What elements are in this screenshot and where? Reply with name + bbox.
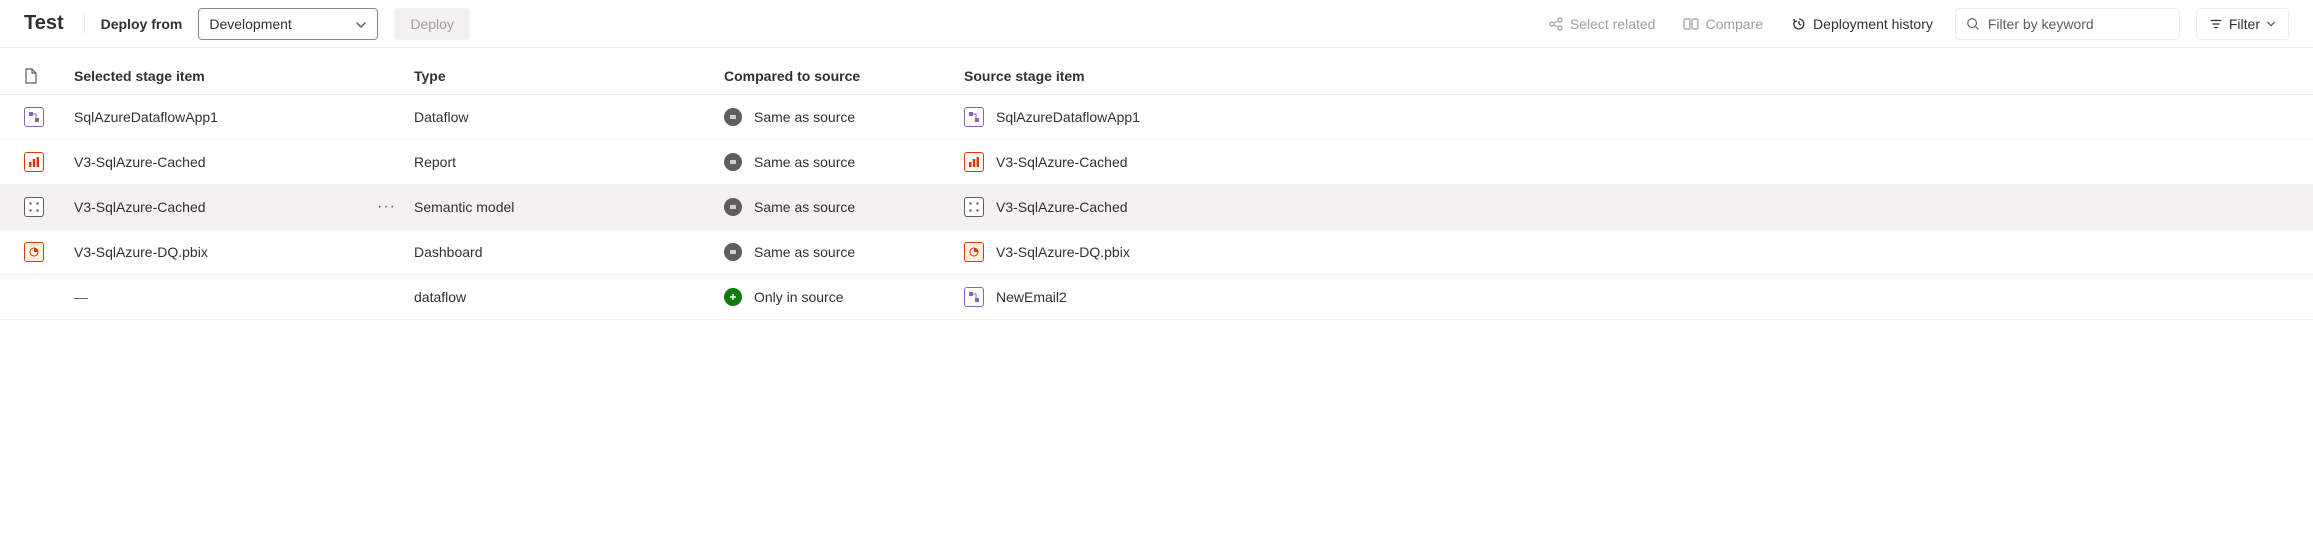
row-selected-cell: SqlAzureDataflowApp1: [74, 109, 414, 125]
selected-item-name: V3-SqlAzure-Cached: [74, 199, 369, 215]
dataflow-icon: [964, 287, 984, 307]
deployment-history-label: Deployment history: [1813, 16, 1933, 32]
row-type-cell: dataflow: [414, 289, 724, 305]
header-source[interactable]: Source stage item: [964, 68, 2289, 84]
table-row[interactable]: V3-SqlAzure-DQ.pbix Dashboard Same as so…: [0, 230, 2313, 275]
header-icon-col: [24, 68, 74, 84]
row-source-cell: NewEmail2: [964, 287, 2289, 307]
compared-text: Same as source: [754, 199, 855, 215]
table-row[interactable]: V3-SqlAzure-Cached Report Same as source…: [0, 140, 2313, 185]
deploy-from-value: Development: [209, 16, 292, 32]
compare-icon: [1683, 16, 1699, 32]
compare-action: Compare: [1677, 12, 1769, 36]
header-type[interactable]: Type: [414, 68, 724, 84]
row-source-cell: V3-SqlAzure-Cached: [964, 197, 2289, 217]
same-badge-icon: [724, 243, 742, 261]
empty-indicator: —: [74, 289, 88, 305]
row-source-cell: SqlAzureDataflowApp1: [964, 107, 2289, 127]
table-body: SqlAzureDataflowApp1 Dataflow Same as so…: [0, 95, 2313, 320]
dataflow-icon: [964, 107, 984, 127]
compared-text: Only in source: [754, 289, 843, 305]
report-icon: [964, 152, 984, 172]
filter-icon: [2209, 17, 2223, 31]
selected-item-name: V3-SqlAzure-Cached: [74, 154, 404, 170]
table-row[interactable]: SqlAzureDataflowApp1 Dataflow Same as so…: [0, 95, 2313, 140]
semantic-icon: [964, 197, 984, 217]
row-compared-cell: Same as source: [724, 153, 964, 171]
compared-text: Same as source: [754, 244, 855, 260]
toolbar-left: Test Deploy from Development Deploy: [24, 8, 470, 40]
same-badge-icon: [724, 198, 742, 216]
compared-text: Same as source: [754, 154, 855, 170]
semantic-icon: [24, 197, 44, 217]
row-selected-cell: —: [74, 289, 414, 305]
source-item-name: SqlAzureDataflowApp1: [996, 109, 1140, 125]
toolbar: Test Deploy from Development Deploy Sele…: [0, 0, 2313, 48]
filter-label: Filter: [2229, 16, 2260, 32]
more-options-button[interactable]: ···: [369, 198, 404, 216]
row-type-cell: Semantic model: [414, 199, 724, 215]
chevron-down-icon: [2266, 19, 2276, 29]
only-badge-icon: [724, 288, 742, 306]
table-header: Selected stage item Type Compared to sou…: [0, 48, 2313, 95]
row-icon-cell: [24, 197, 74, 217]
source-item-name: V3-SqlAzure-Cached: [996, 199, 1128, 215]
compared-text: Same as source: [754, 109, 855, 125]
same-badge-icon: [724, 108, 742, 126]
row-source-cell: V3-SqlAzure-Cached: [964, 152, 2289, 172]
deployment-history-action[interactable]: Deployment history: [1785, 12, 1939, 36]
toolbar-right: Select related Compare Deployment histor…: [1542, 8, 2289, 40]
row-icon-cell: [24, 242, 74, 262]
items-table: Selected stage item Type Compared to sou…: [0, 48, 2313, 320]
source-item-name: V3-SqlAzure-Cached: [996, 154, 1128, 170]
row-type-cell: Dashboard: [414, 244, 724, 260]
row-icon-cell: [24, 107, 74, 127]
select-related-action: Select related: [1542, 12, 1662, 36]
select-related-label: Select related: [1570, 16, 1656, 32]
row-selected-cell: V3-SqlAzure-Cached: [74, 154, 414, 170]
deploy-button[interactable]: Deploy: [394, 8, 470, 40]
source-item-name: NewEmail2: [996, 289, 1067, 305]
source-item-name: V3-SqlAzure-DQ.pbix: [996, 244, 1130, 260]
dashboard-icon: [24, 242, 44, 262]
page-title: Test: [24, 12, 85, 35]
dashboard-icon: [964, 242, 984, 262]
row-type-cell: Dataflow: [414, 109, 724, 125]
report-icon: [24, 152, 44, 172]
row-source-cell: V3-SqlAzure-DQ.pbix: [964, 242, 2289, 262]
search-input[interactable]: [1988, 16, 2169, 32]
search-box[interactable]: [1955, 8, 2180, 40]
document-icon: [24, 68, 38, 84]
deploy-from-label: Deploy from: [101, 16, 183, 32]
compare-label: Compare: [1705, 16, 1763, 32]
history-icon: [1791, 16, 1807, 32]
row-compared-cell: Same as source: [724, 108, 964, 126]
search-icon: [1966, 17, 1980, 31]
header-compared[interactable]: Compared to source: [724, 68, 964, 84]
share-icon: [1548, 16, 1564, 32]
same-badge-icon: [724, 153, 742, 171]
selected-item-name: V3-SqlAzure-DQ.pbix: [74, 244, 404, 260]
table-row[interactable]: V3-SqlAzure-Cached··· Semantic model Sam…: [0, 185, 2313, 230]
row-compared-cell: Same as source: [724, 243, 964, 261]
row-compared-cell: Same as source: [724, 198, 964, 216]
table-row[interactable]: — dataflow Only in source NewEmail2: [0, 275, 2313, 320]
dataflow-icon: [24, 107, 44, 127]
chevron-down-icon: [355, 18, 367, 30]
row-selected-cell: V3-SqlAzure-DQ.pbix: [74, 244, 414, 260]
header-selected[interactable]: Selected stage item: [74, 68, 414, 84]
selected-item-name: SqlAzureDataflowApp1: [74, 109, 404, 125]
deploy-from-dropdown[interactable]: Development: [198, 8, 378, 40]
row-selected-cell: V3-SqlAzure-Cached···: [74, 198, 414, 216]
row-compared-cell: Only in source: [724, 288, 964, 306]
row-icon-cell: [24, 152, 74, 172]
filter-button[interactable]: Filter: [2196, 8, 2289, 40]
row-type-cell: Report: [414, 154, 724, 170]
